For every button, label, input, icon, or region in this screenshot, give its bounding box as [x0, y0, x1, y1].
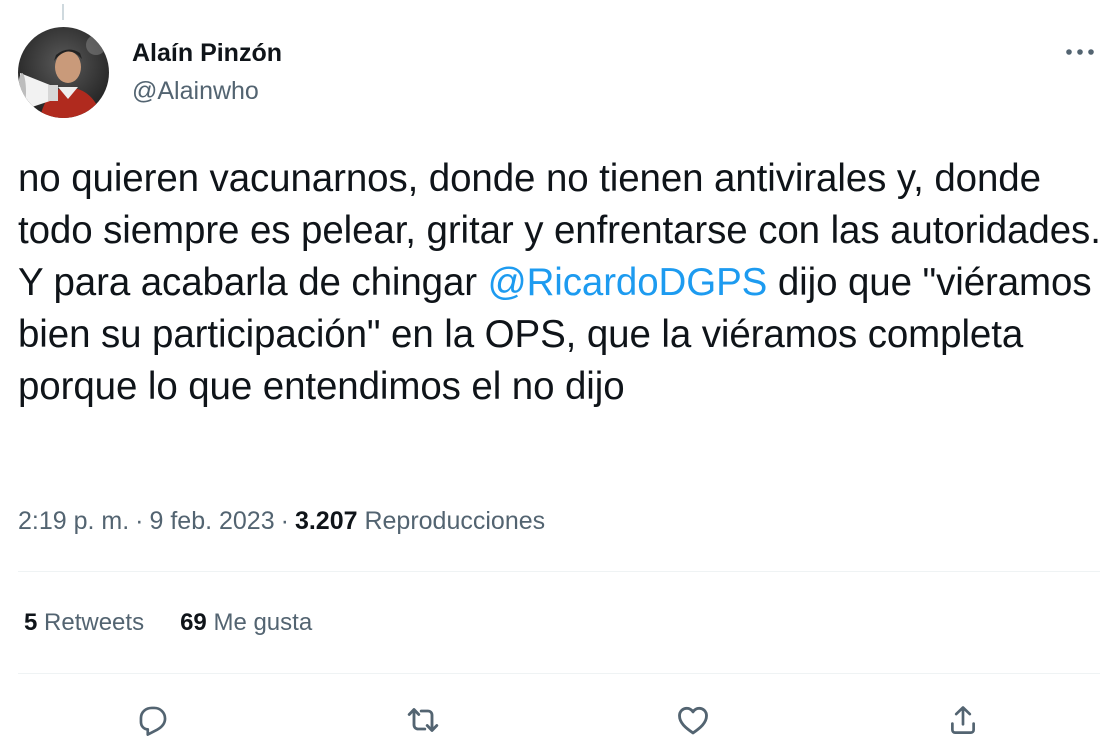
divider: [18, 571, 1100, 572]
likes-stat[interactable]: 69 Me gusta: [180, 606, 312, 640]
author-name[interactable]: Alaín Pinzón: [132, 36, 282, 70]
author-handle[interactable]: @Alainwho: [132, 74, 282, 108]
more-horizontal-icon: [1066, 49, 1094, 55]
engagement-stats: 5 Retweets 69 Me gusta: [24, 606, 312, 640]
retweets-count: 5: [24, 609, 38, 636]
meta-separator: ·: [280, 507, 289, 535]
retweets-label: Retweets: [44, 609, 145, 636]
tweet-meta: 2:19 p. m. · 9 feb. 2023 · 3.207 Reproduccio…: [18, 504, 545, 538]
mention-link[interactable]: @RicardoDGPS: [488, 261, 768, 304]
reply-icon: [139, 706, 167, 736]
retweet-icon: [407, 708, 439, 732]
author-info: Alaín Pinzón @Alainwho: [132, 36, 282, 108]
tweet-text: no quieren vacunarnos, donde no tienen a…: [18, 153, 1108, 413]
divider: [18, 673, 1100, 674]
avatar-image: [18, 27, 109, 118]
thread-connector-line: [62, 4, 64, 20]
share-icon: [951, 706, 975, 734]
views-label: Reproducciones: [364, 507, 546, 535]
more-options-button[interactable]: [1054, 34, 1106, 70]
reply-button[interactable]: [133, 700, 173, 740]
views-count: 3.207: [294, 507, 358, 535]
share-button[interactable]: [943, 700, 983, 740]
heart-icon: [678, 706, 708, 735]
avatar[interactable]: [18, 27, 109, 118]
tweet-date[interactable]: 9 feb. 2023: [150, 507, 275, 535]
like-button[interactable]: [673, 700, 713, 740]
retweets-stat[interactable]: 5 Retweets: [24, 606, 144, 640]
tweet-time[interactable]: 2:19 p. m.: [18, 507, 129, 535]
likes-count: 69: [180, 609, 207, 636]
retweet-button[interactable]: [403, 700, 443, 740]
meta-separator: ·: [135, 507, 144, 535]
likes-label: Me gusta: [213, 609, 313, 636]
